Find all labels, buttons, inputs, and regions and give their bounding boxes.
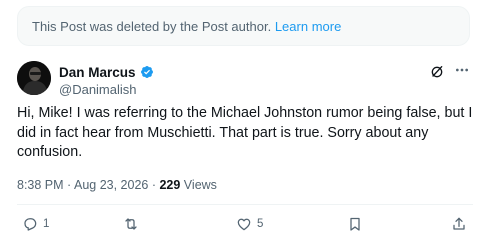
reply-count: 1: [43, 218, 50, 230]
bookmark-icon: [350, 217, 360, 231]
verified-badge-icon[interactable]: [140, 65, 154, 79]
views-label: Views: [180, 178, 217, 192]
deleted-notice-text: This Post was deleted by the Post author…: [32, 19, 272, 34]
deleted-post-notice: This Post was deleted by the Post author…: [17, 6, 470, 46]
retweet-icon: [125, 218, 137, 230]
post-text: Hi, Mike! I was referring to the Michael…: [17, 105, 473, 160]
like-icon: [237, 218, 251, 231]
post-author: Dan Marcus @Danimalish: [59, 64, 154, 97]
meta-separator: ·: [63, 178, 74, 192]
views-count: 229: [159, 178, 181, 192]
avatar[interactable]: [17, 61, 51, 95]
post-meta: 8:38 PM · Aug 23, 2026 · 229 Views: [17, 178, 217, 192]
more-icon[interactable]: [452, 62, 472, 78]
avatar-image: [17, 61, 51, 95]
like-count: 5: [257, 218, 264, 230]
share-button[interactable]: [451, 216, 467, 232]
learn-more-link[interactable]: Learn more: [275, 19, 341, 34]
reply-button[interactable]: 1: [22, 216, 49, 232]
reply-icon: [24, 218, 37, 231]
bookmark-button[interactable]: [347, 216, 363, 232]
meta-separator: ·: [148, 178, 160, 192]
action-bar: 1 5: [0, 216, 490, 236]
divider: [17, 204, 473, 205]
author-handle[interactable]: @Danimalish: [59, 82, 154, 97]
grok-icon[interactable]: [429, 64, 445, 80]
retweet-button[interactable]: [123, 216, 144, 232]
post-time[interactable]: 8:38 PM: [17, 178, 64, 192]
post-date[interactable]: Aug 23, 2026: [74, 178, 148, 192]
share-icon: [453, 217, 465, 230]
author-display-name[interactable]: Dan Marcus: [59, 65, 136, 80]
like-button[interactable]: 5: [236, 216, 263, 232]
